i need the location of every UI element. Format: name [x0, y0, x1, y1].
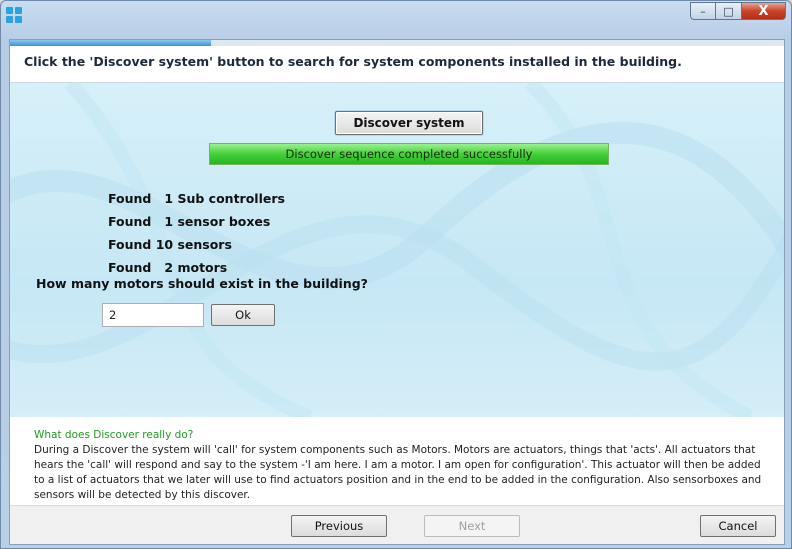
help-text: During a Discover the system will 'call'…: [34, 444, 762, 501]
ok-button[interactable]: Ok: [211, 304, 275, 326]
close-button[interactable]: X: [742, 2, 786, 20]
wizard-content: Click the 'Discover system' button to se…: [9, 39, 785, 545]
discover-status-bar: Discover sequence completed successfully: [209, 143, 609, 165]
maximize-button[interactable]: □: [716, 2, 742, 20]
found-sensor-boxes: Found 1 sensor boxes: [108, 214, 271, 229]
cancel-button[interactable]: Cancel: [700, 515, 776, 537]
motor-count-question: How many motors should exist in the buil…: [36, 276, 368, 291]
found-sensors: Found 10 sensors: [108, 237, 232, 252]
wizard-progress-fill: [10, 40, 212, 46]
motor-count-input[interactable]: 2: [102, 303, 204, 327]
status-text: Discover sequence completed successfully: [285, 147, 533, 161]
wizard-progress-bar: [10, 40, 784, 46]
instruction-text: Click the 'Discover system' button to se…: [24, 54, 682, 69]
found-motors: Found 2 motors: [108, 260, 228, 275]
app-window: – □ X Click the 'Discover system' button…: [0, 0, 792, 549]
help-title: What does Discover really do?: [34, 429, 194, 441]
discover-system-button[interactable]: Discover system: [335, 111, 483, 135]
found-sub-controllers: Found 1 Sub controllers: [108, 191, 285, 206]
next-button[interactable]: Next: [424, 515, 520, 537]
window-controls: – □ X: [690, 2, 786, 20]
wizard-footer: Previous Next Cancel: [10, 505, 784, 544]
discover-panel: Discover system Discover sequence comple…: [10, 83, 784, 417]
previous-button[interactable]: Previous: [291, 515, 387, 537]
minimize-button[interactable]: –: [690, 2, 716, 20]
app-logo-icon: [6, 7, 22, 23]
help-section: What does Discover really do? During a D…: [10, 417, 784, 505]
title-bar[interactable]: – □ X: [1, 1, 791, 31]
